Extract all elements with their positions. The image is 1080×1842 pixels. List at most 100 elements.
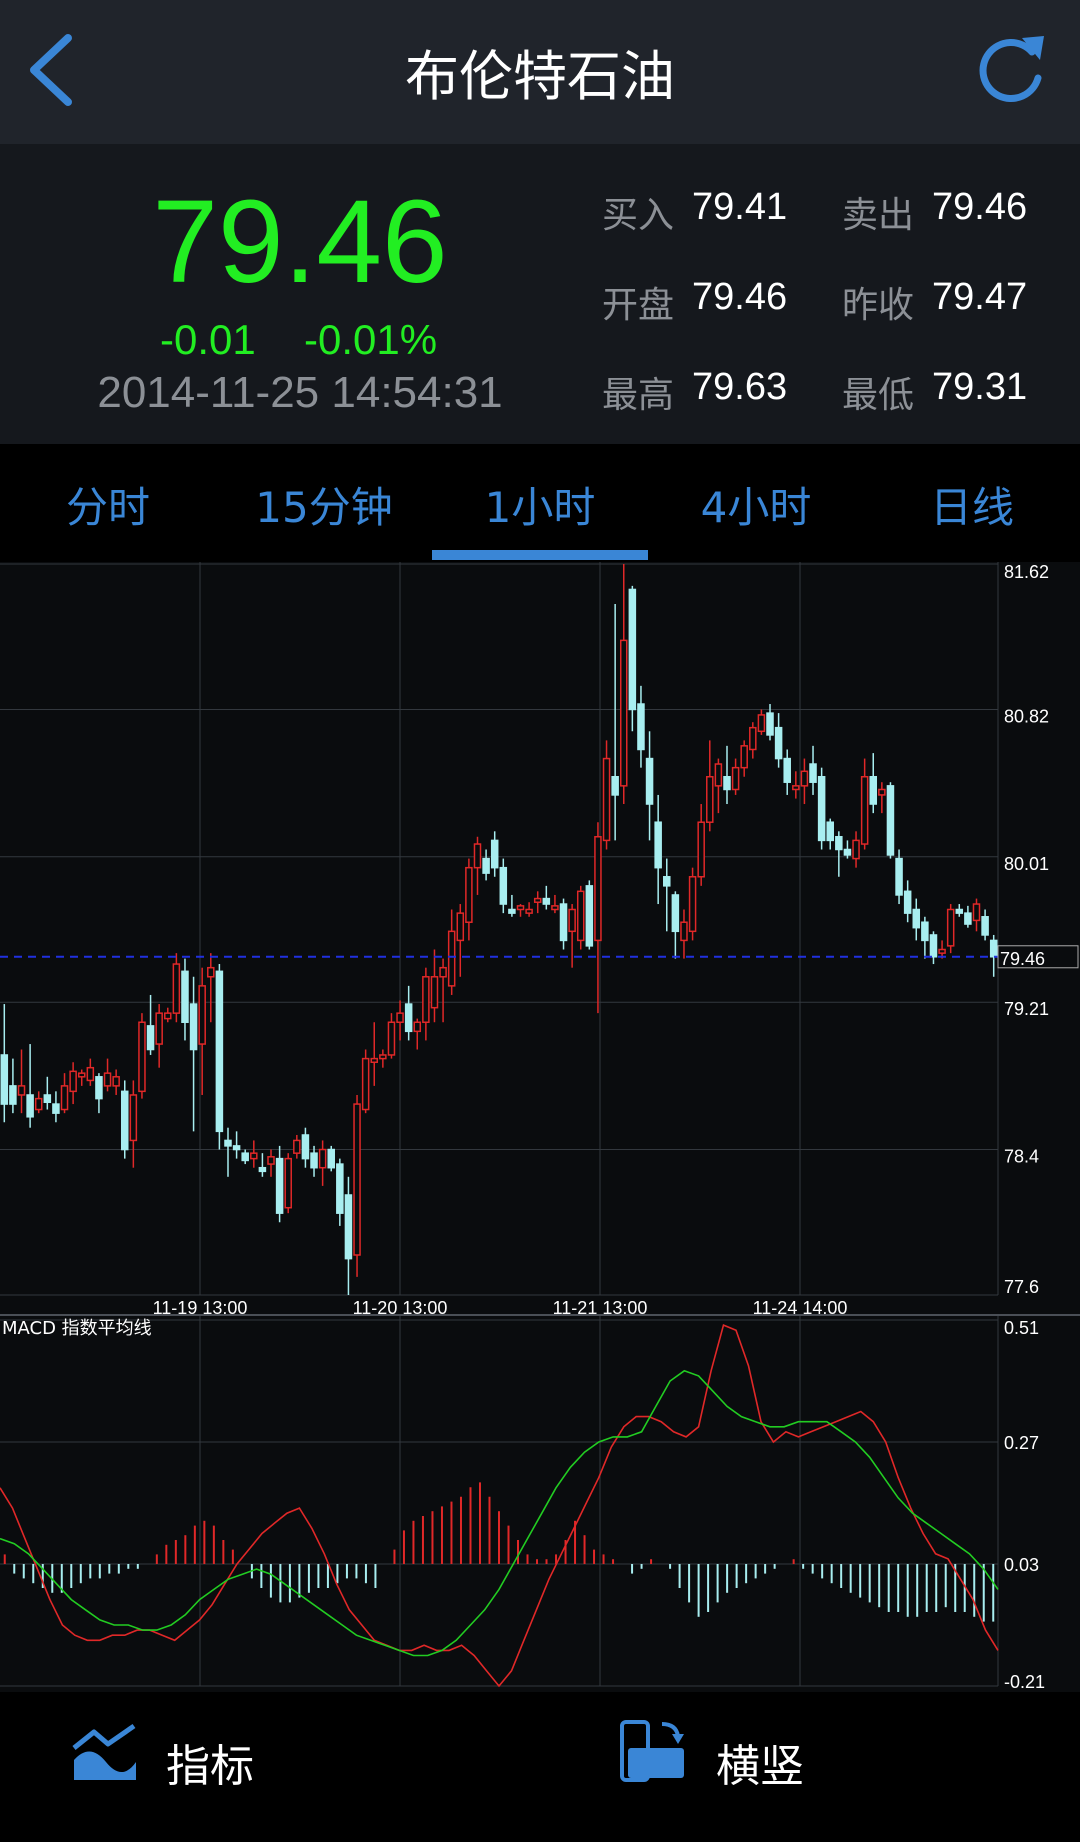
tab-intraday[interactable]: 分时 [0,474,216,535]
tab-1hour[interactable]: 1小时 [432,474,648,535]
nav-bar: 布伦特石油 [0,0,1080,144]
candle-body [241,1152,249,1162]
candle-body [783,757,791,783]
candle-body [473,843,482,869]
candle-body [559,903,568,942]
candle-body [172,963,181,1014]
tab-daily[interactable]: 日线 [864,474,1080,535]
candle [172,953,181,1023]
candle-body [250,1152,258,1160]
open-label: 开盘 [602,285,675,326]
low-label: 最低 [842,375,915,416]
tab-4hour[interactable]: 4小时 [648,474,864,535]
candle-body [878,788,886,796]
candle-body [645,757,654,805]
candle-body [654,821,662,869]
orientation-label[interactable]: 横竖 [716,1730,804,1794]
candle-body [34,1097,43,1111]
candle-body [972,903,981,922]
candle-body [706,776,714,823]
candle-body [198,985,206,1045]
price-axis-label: 81.62 [1004,562,1049,582]
price-axis-label: 79.21 [1004,999,1049,1019]
candle-body [826,821,834,842]
macd-axis-label: -0.21 [1004,1672,1045,1692]
candle-body [835,836,843,851]
candle-body [0,1054,9,1105]
candle [576,885,585,950]
price-chart[interactable]: 79.46 81.62 80.82 80.01 79.21 78.4 77.6 11-19… [0,562,1080,1692]
candle-body [869,776,878,805]
price-axis-label: 78.4 [1004,1147,1039,1167]
high-label: 最高 [602,375,675,416]
candle-body [792,785,800,791]
candle-body [912,908,921,929]
candle-body [774,726,783,760]
bid-label: 买入 [602,195,675,236]
candle-body [43,1094,52,1103]
candle-body [921,921,929,942]
candle-body [86,1066,95,1082]
candle-body [120,1090,129,1151]
candle-body [422,976,430,1023]
candle-body [671,894,680,933]
candle-body [731,766,740,791]
low-value: 79.31 [932,366,1028,408]
candle-body [482,857,490,874]
candle [817,767,826,850]
page-title: 布伦特石油 [405,45,675,108]
candle-body [817,776,826,842]
candle-body [129,1094,138,1142]
refresh-icon[interactable] [970,30,1050,112]
indicator-icon[interactable] [70,1722,140,1784]
tab-15min[interactable]: 15分钟 [216,474,432,535]
macd-axis-label: 0.51 [1004,1318,1039,1338]
candle-body [9,1085,17,1105]
candle [946,904,955,954]
candle-body [628,588,637,711]
price-change: -0.01 [160,316,256,363]
candle-body [112,1076,120,1087]
candle [628,585,637,732]
quote-timestamp: 2014-11-25 14:54:31 [97,368,503,417]
candle-body [637,703,645,751]
candle-body [387,1021,396,1056]
candle-body [69,1070,77,1093]
candle-body [602,757,611,842]
candle-body [929,934,938,958]
candle-body [95,1076,103,1100]
candle-body [938,948,946,954]
price-axis-label: 80.01 [1004,854,1049,874]
candle-body [585,885,594,947]
candle-body [964,912,972,925]
candle-body [17,1085,26,1096]
candle-body [301,1134,310,1160]
indicator-label[interactable]: 指标 [166,1730,254,1794]
prev-close-label: 昨收 [842,285,915,326]
candle-body [843,848,852,856]
candle-body [766,712,774,736]
current-price: 79.46 [152,176,448,308]
candle [585,880,594,950]
candle-body [568,908,576,933]
candle-body [26,1094,34,1118]
candle-body [379,1054,387,1060]
candle-body [723,776,731,791]
candle [215,964,224,1150]
candle-body [714,763,723,787]
orientation-icon[interactable] [618,1718,690,1784]
candle-body [740,745,748,769]
candle-body [189,1003,198,1051]
candle-body [284,1157,292,1209]
current-price-tag-label: 79.46 [1000,949,1045,969]
candle-body [981,916,989,936]
candle [886,782,895,859]
candle-body [275,1157,284,1214]
candle-body [370,1057,379,1063]
candle-body [413,1021,422,1033]
candle-body [955,908,964,914]
candle-body [542,897,551,905]
bottom-toolbar: 指标 横竖 [0,1692,1080,1842]
candle-body [103,1072,112,1087]
ask-value: 79.46 [932,186,1028,228]
